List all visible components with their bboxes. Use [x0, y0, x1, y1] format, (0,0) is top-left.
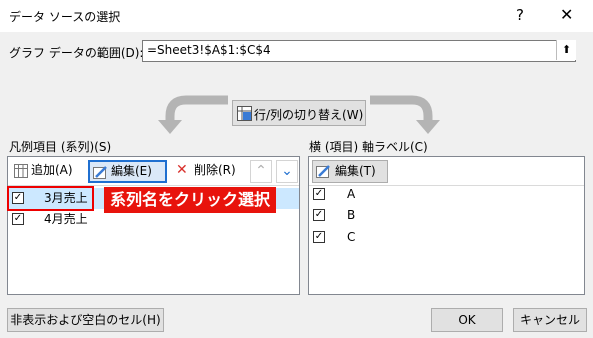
axis-item-checkbox[interactable]: ✓	[313, 209, 325, 221]
right-curved-arrow-icon	[370, 95, 440, 134]
switch-row-column-icon	[237, 106, 252, 121]
close-button[interactable]: ✕	[560, 5, 573, 24]
switch-row-column-label: 行/列の切り替え(W)	[254, 108, 364, 122]
axis-item-label: A	[347, 187, 356, 201]
edit-axis-button[interactable]: 編集(T)	[312, 160, 388, 183]
move-down-button[interactable]: ⌄	[276, 160, 298, 183]
delete-x-icon: ✕	[176, 162, 188, 178]
annotation-callout: 系列名をクリック選択	[104, 187, 277, 213]
add-series-label: 追加(A)	[31, 163, 73, 177]
delete-series-label: 削除(R)	[194, 163, 236, 177]
help-button[interactable]: ?	[516, 6, 524, 24]
axis-item-label: B	[347, 208, 356, 222]
delete-series-button[interactable]: ✕ 削除(R)	[172, 160, 244, 183]
check-icon: ✓	[314, 231, 324, 242]
data-range-input[interactable]: =Sheet3!$A$1:$C$4	[142, 40, 576, 62]
edit-series-label: 編集(E)	[111, 164, 152, 178]
axis-item-checkbox[interactable]: ✓	[313, 188, 325, 200]
down-arrow-icon: ⌄	[281, 163, 293, 179]
legend-item-label: 4月売上	[44, 212, 88, 226]
data-range-value: =Sheet3!$A$1:$C$4	[147, 43, 271, 57]
up-arrow-icon: ⌃	[255, 163, 267, 179]
hidden-empty-cells-button[interactable]: 非表示および空白のセル(H)	[7, 308, 164, 332]
check-icon: ✓	[13, 213, 23, 224]
switch-row-column-button[interactable]: 行/列の切り替え(W)	[232, 100, 366, 126]
move-up-button[interactable]: ⌃	[250, 160, 272, 183]
collapse-dialog-button[interactable]: ⬆	[556, 40, 576, 60]
title-bar: データ ソースの選択 ? ✕	[0, 0, 593, 32]
axis-item-row[interactable]: ✓ C	[309, 227, 579, 248]
legend-entries-label: 凡例項目 (系列)(S)	[9, 140, 112, 154]
legend-item-checkbox[interactable]: ✓	[12, 213, 24, 225]
edit-series-button[interactable]: 編集(E)	[88, 160, 167, 183]
axis-item-row[interactable]: ✓ A	[309, 184, 579, 205]
axis-item-row[interactable]: ✓ B	[309, 205, 579, 226]
highlight-box	[7, 186, 94, 211]
axis-item-checkbox[interactable]: ✓	[313, 231, 325, 243]
dialog-title: データ ソースの選択	[9, 10, 121, 24]
axis-item-label: C	[347, 230, 356, 244]
add-series-button[interactable]: 追加(A)	[10, 160, 82, 183]
data-range-label: グラフ データの範囲(D):	[9, 46, 144, 60]
check-icon: ✓	[314, 188, 324, 199]
edit-axis-icon	[316, 165, 330, 178]
left-curved-arrow-icon	[158, 95, 228, 134]
edit-series-icon	[93, 166, 107, 179]
axis-labels-label: 横 (項目) 軸ラベル(C)	[309, 140, 428, 154]
cancel-button[interactable]: キャンセル	[513, 308, 587, 332]
add-series-icon	[14, 164, 28, 178]
ok-button[interactable]: OK	[431, 308, 503, 332]
edit-axis-label: 編集(T)	[335, 164, 376, 178]
check-icon: ✓	[314, 209, 324, 220]
collapse-icon: ⬆	[561, 43, 572, 56]
